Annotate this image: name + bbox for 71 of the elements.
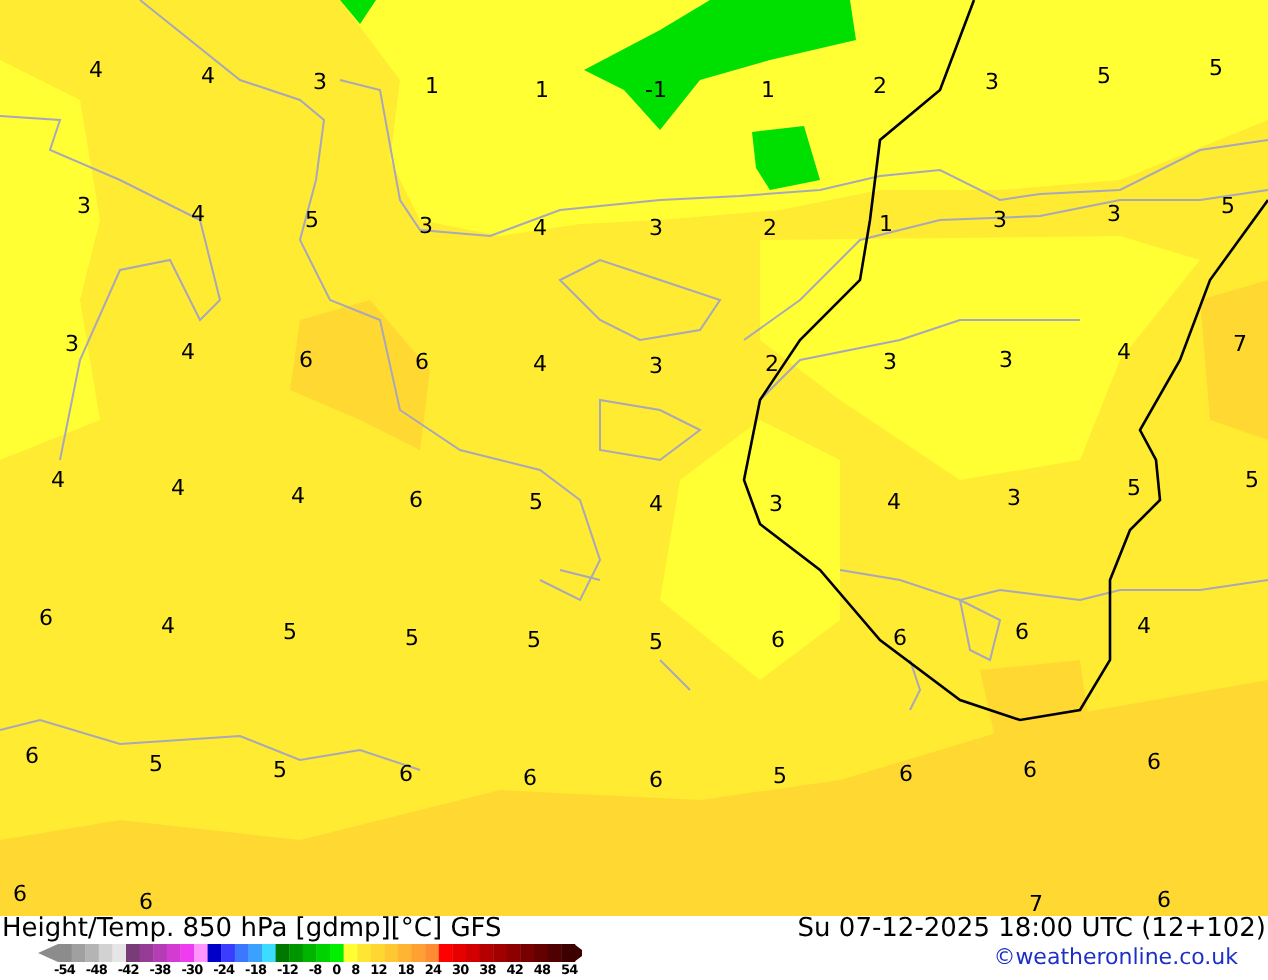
temperature-value: 6 [39,607,53,629]
temperature-value: 6 [409,489,423,511]
copyright-link[interactable]: ©weatheronline.co.uk [993,944,1238,970]
temperature-value: 6 [893,627,907,649]
temperature-value: 3 [999,349,1013,371]
temperature-value: 2 [765,353,779,375]
temperature-value: 6 [399,763,413,785]
temperature-value: 6 [1015,621,1029,643]
temperature-value: 4 [201,65,215,87]
temperature-value: 5 [1221,195,1235,217]
temperature-value: 5 [529,491,543,513]
temperature-value: 3 [1007,487,1021,509]
map-title: Height/Temp. 850 hPa [gdmp][°C] GFS [2,916,502,944]
temperature-value: 7 [1029,893,1043,915]
temperature-value: 3 [649,355,663,377]
temperature-value: 6 [299,349,313,371]
temperature-value: 1 [535,79,549,101]
temperature-value: 6 [1157,889,1171,911]
temperature-value: 6 [771,629,785,651]
temperature-value: 5 [773,765,787,787]
temperature-value: 5 [527,629,541,651]
temperature-value: 6 [649,769,663,791]
temperature-value: 6 [523,767,537,789]
temperature-value: 4 [1137,615,1151,637]
temperature-value: 3 [769,493,783,515]
temperature-value: 3 [883,351,897,373]
temperature-value: 4 [533,353,547,375]
temperature-value: 6 [1023,759,1037,781]
temperature-value: 4 [533,217,547,239]
temperature-value: 4 [171,477,185,499]
temperature-value: -1 [645,79,667,101]
temperature-value: 5 [273,759,287,781]
temperature-value: 4 [89,59,103,81]
temperature-value: 3 [65,333,79,355]
valid-time: Su 07-12-2025 18:00 UTC (12+102) [797,916,1266,944]
temperature-value: 4 [181,341,195,363]
temperature-value: 5 [305,209,319,231]
temperature-value: 3 [1107,203,1121,225]
temperature-value: 1 [879,213,893,235]
temperature-value: 6 [139,891,153,913]
temperature-value: 3 [313,71,327,93]
temperature-value: 5 [649,631,663,653]
temperature-value: 5 [1097,65,1111,87]
temperature-value: 6 [25,745,39,767]
temperature-value: 5 [1209,57,1223,79]
temperature-value: 4 [161,615,175,637]
temperature-value: 4 [1117,341,1131,363]
temperature-value: 3 [993,209,1007,231]
temperature-value: 2 [873,75,887,97]
temperature-value: 1 [425,75,439,97]
temperature-value: 1 [761,79,775,101]
temperature-value: 4 [51,469,65,491]
temperature-value: 5 [1245,469,1259,491]
temperature-value: 4 [649,493,663,515]
temperature-value: 7 [1233,333,1247,355]
temperature-value: 3 [77,195,91,217]
temperature-value: 4 [291,485,305,507]
temperature-value: 3 [649,217,663,239]
temperature-value: 5 [405,627,419,649]
temperature-value: 5 [1127,477,1141,499]
temperature-value: 4 [191,203,205,225]
temperature-value: 6 [13,883,27,905]
temperature-value: 5 [283,621,297,643]
temperature-value: 4 [887,491,901,513]
temperature-value: 5 [149,753,163,775]
temperature-value: 3 [985,71,999,93]
temperature-value: 6 [899,763,913,785]
temperature-value: 6 [415,351,429,373]
temperature-value: 3 [419,215,433,237]
temperature-value: 6 [1147,751,1161,773]
temperature-value: 2 [763,217,777,239]
